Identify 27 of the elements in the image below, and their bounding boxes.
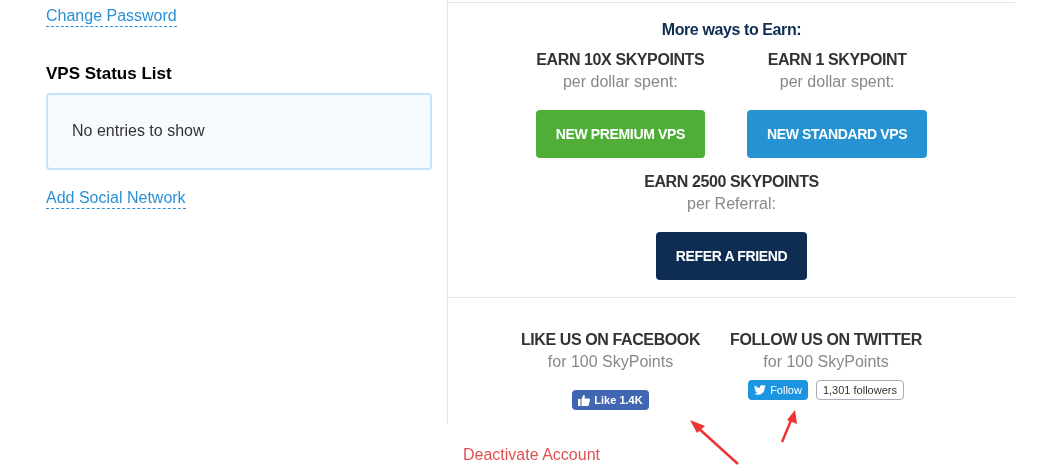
offer-heading: EARN 2500 SKYPOINTS	[644, 172, 819, 192]
change-password-link[interactable]: Change Password	[46, 6, 177, 27]
empty-message: No entries to show	[72, 121, 205, 141]
follow-button[interactable]: Follow	[748, 380, 808, 400]
social-heading: LIKE US ON FACEBOOK	[520, 330, 701, 350]
offer-heading: EARN 1 SKYPOINT	[767, 50, 907, 70]
add-social-network-link[interactable]: Add Social Network	[46, 187, 186, 209]
bird-icon	[754, 385, 767, 395]
section-title: VPS Status List	[46, 63, 172, 85]
offer-button[interactable]: NEW STANDARD VPS	[746, 110, 928, 158]
arrow-icon	[779, 408, 799, 444]
offer-subtitle: per dollar spent:	[779, 72, 895, 92]
social-subtitle: for 100 SkyPoints	[547, 352, 674, 372]
offer-heading: EARN 10X SKYPOINTS	[536, 50, 705, 70]
thumbs-up-icon	[578, 394, 591, 406]
offer-subtitle: per Referral:	[687, 194, 776, 214]
deactivate-account-link[interactable]: Deactivate Account	[463, 443, 600, 467]
like-label: Like 1.4K	[594, 392, 643, 408]
arrow-icon	[688, 418, 740, 466]
earn-title: More ways to Earn:	[661, 20, 802, 40]
offer-subtitle: per dollar spent:	[562, 72, 678, 92]
social-subtitle: for 100 SkyPoints	[763, 352, 889, 372]
social-heading: FOLLOW US ON TWITTER	[730, 330, 923, 350]
offer-button[interactable]: REFER A FRIEND	[655, 232, 808, 280]
offer-button[interactable]: NEW PREMIUM VPS	[535, 110, 705, 158]
follower-count: 1,301 followers	[815, 380, 904, 400]
like-button[interactable]: Like 1.4K	[572, 390, 649, 410]
